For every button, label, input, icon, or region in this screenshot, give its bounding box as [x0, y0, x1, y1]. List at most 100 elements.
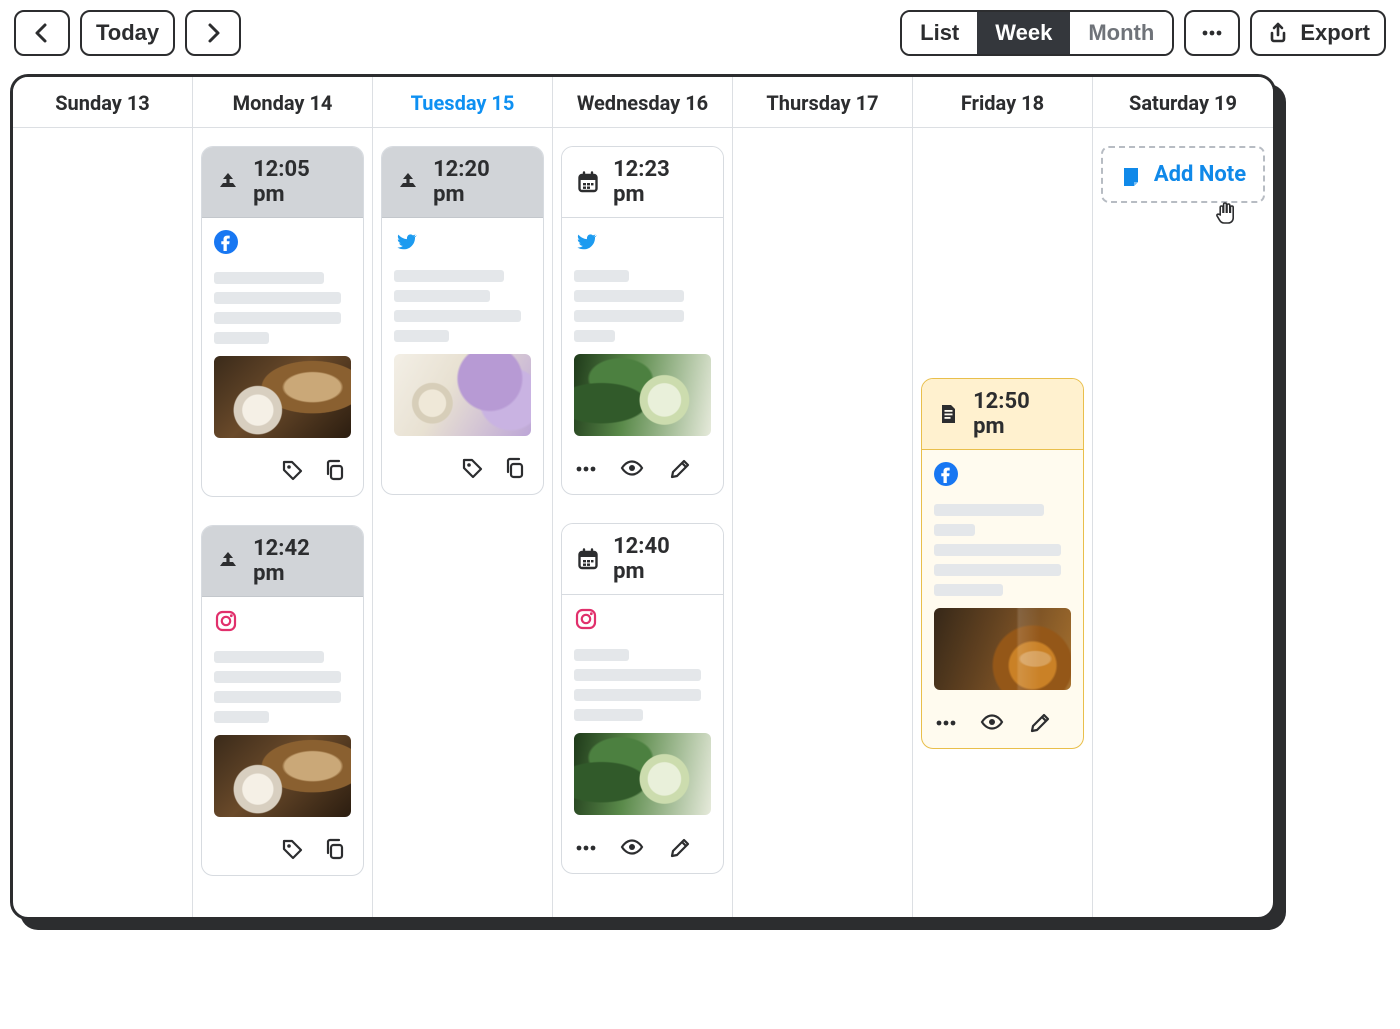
next-week-button[interactable]	[185, 10, 241, 56]
content-placeholder	[574, 649, 711, 721]
more-icon	[1200, 21, 1224, 45]
tag-button[interactable]	[461, 456, 487, 482]
eye-icon	[620, 835, 646, 861]
day-cards[interactable]	[733, 128, 912, 154]
add-note-button[interactable]: Add Note	[1101, 146, 1265, 203]
content-placeholder	[934, 504, 1071, 596]
copy-button[interactable]	[323, 837, 349, 863]
facebook-icon	[934, 462, 1071, 494]
post-card[interactable]: 12:40 pm	[561, 523, 724, 874]
card-top: 12:23 pm	[562, 147, 723, 218]
copy-icon	[323, 837, 349, 863]
tag-icon	[461, 456, 487, 482]
day-header: Tuesday 15	[373, 77, 552, 128]
post-card[interactable]: 12:23 pm	[561, 146, 724, 495]
copy-icon	[503, 456, 529, 482]
day-cards[interactable]: 12:05 pm	[193, 128, 372, 884]
arrow-left-icon	[30, 21, 54, 45]
toolbar-right: List Week Month Export	[900, 10, 1386, 56]
facebook-icon	[214, 230, 351, 262]
content-placeholder	[394, 270, 531, 342]
card-actions	[562, 829, 723, 873]
card-body	[202, 218, 363, 452]
card-time: 12:20 pm	[433, 157, 523, 207]
upload-icon	[396, 170, 419, 194]
edit-icon	[668, 836, 692, 860]
export-button[interactable]: Export	[1250, 10, 1386, 56]
toolbar: Today List Week Month Export	[10, 10, 1390, 56]
card-body	[922, 450, 1083, 704]
calendar-icon	[576, 547, 599, 571]
post-card[interactable]: 12:05 pm	[201, 146, 364, 497]
calendar-week: Sunday 13 Monday 14 12:05 pm	[10, 74, 1276, 920]
card-time: 12:40 pm	[613, 534, 703, 584]
day-col-tuesday: Tuesday 15 12:20 pm	[373, 77, 553, 917]
day-header: Friday 18	[913, 77, 1092, 128]
edit-button[interactable]	[668, 456, 692, 482]
post-card[interactable]: 12:20 pm	[381, 146, 544, 495]
more-icon	[574, 836, 598, 860]
edit-button[interactable]	[668, 835, 692, 861]
eye-icon	[980, 710, 1006, 736]
post-card[interactable]: 12:42 pm	[201, 525, 364, 876]
edit-icon	[668, 457, 692, 481]
note-blue-icon	[1120, 164, 1142, 186]
card-time: 12:50 pm	[973, 389, 1063, 439]
card-body	[562, 595, 723, 829]
thumbnail	[394, 354, 531, 436]
day-cards[interactable]: 12:20 pm	[373, 128, 552, 503]
day-cards[interactable]: 12:50 pm	[913, 128, 1092, 757]
more-button[interactable]	[574, 835, 598, 861]
day-cards[interactable]: 12:23 pm	[553, 128, 732, 882]
content-placeholder	[214, 651, 351, 723]
card-top: 12:20 pm	[382, 147, 543, 218]
toolbar-left: Today	[14, 10, 241, 56]
tag-button[interactable]	[281, 458, 307, 484]
card-actions	[562, 450, 723, 494]
day-header: Thursday 17	[733, 77, 912, 128]
day-header: Saturday 19	[1093, 77, 1273, 128]
prev-week-button[interactable]	[14, 10, 70, 56]
day-cards[interactable]	[13, 128, 192, 154]
more-button[interactable]	[1184, 10, 1240, 56]
thumbnail	[214, 735, 351, 817]
today-button[interactable]: Today	[80, 10, 175, 56]
card-top: 12:50 pm	[922, 379, 1083, 450]
day-header: Wednesday 16	[553, 77, 732, 128]
card-body	[562, 218, 723, 450]
day-col-monday: Monday 14 12:05 pm	[193, 77, 373, 917]
card-actions	[202, 831, 363, 875]
more-button[interactable]	[574, 456, 598, 482]
thumbnail	[574, 733, 711, 815]
calendar-icon	[576, 170, 599, 194]
day-cards[interactable]: Add Note	[1093, 128, 1273, 211]
card-top: 12:42 pm	[202, 526, 363, 597]
day-col-wednesday: Wednesday 16 12:23 pm	[553, 77, 733, 917]
edit-button[interactable]	[1028, 710, 1052, 736]
view-list[interactable]: List	[902, 12, 977, 54]
card-body	[202, 597, 363, 831]
copy-button[interactable]	[503, 456, 529, 482]
card-actions	[922, 704, 1083, 748]
copy-button[interactable]	[323, 458, 349, 484]
more-button[interactable]	[934, 710, 958, 736]
preview-button[interactable]	[980, 710, 1006, 736]
more-icon	[934, 711, 958, 735]
export-label: Export	[1300, 20, 1370, 46]
note-icon	[936, 402, 959, 426]
preview-button[interactable]	[620, 456, 646, 482]
arrow-right-icon	[201, 21, 225, 45]
card-top: 12:05 pm	[202, 147, 363, 218]
view-week[interactable]: Week	[977, 12, 1070, 54]
card-actions	[202, 452, 363, 496]
card-time: 12:05 pm	[253, 157, 343, 207]
eye-icon	[620, 456, 646, 482]
preview-button[interactable]	[620, 835, 646, 861]
view-month[interactable]: Month	[1070, 12, 1172, 54]
thumbnail	[934, 608, 1071, 690]
card-time: 12:23 pm	[613, 157, 703, 207]
tag-button[interactable]	[281, 837, 307, 863]
thumbnail	[214, 356, 351, 438]
day-col-thursday: Thursday 17	[733, 77, 913, 917]
note-card[interactable]: 12:50 pm	[921, 378, 1084, 749]
